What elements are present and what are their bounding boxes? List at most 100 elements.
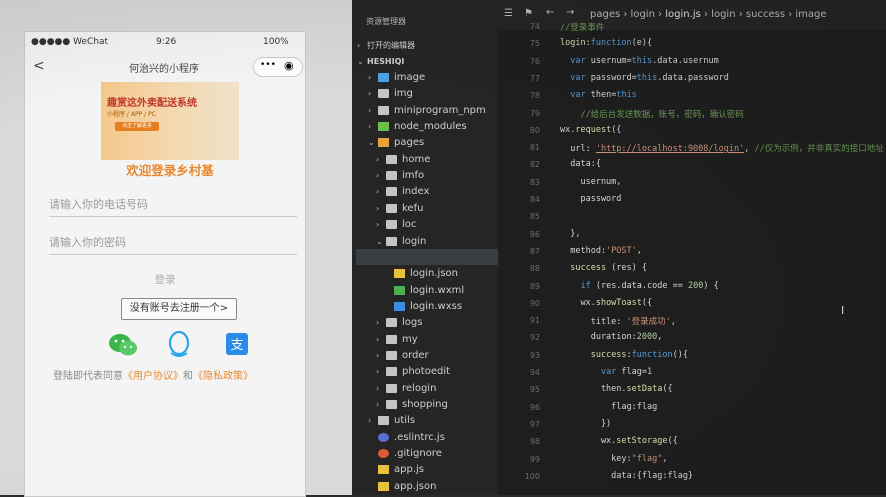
code-editor[interactable]: ☰ ⚑ ← → pages › login › login.js › login… xyxy=(498,0,886,495)
breadcrumb-separator: › xyxy=(620,9,631,20)
breadcrumb-item[interactable]: login xyxy=(711,9,735,20)
chevron-right-icon: › xyxy=(376,383,380,393)
chevron-right-icon: › xyxy=(368,73,372,82)
line-number: 78 xyxy=(529,91,540,101)
tree-item-node-modules[interactable]: › node_modules xyxy=(352,119,498,135)
code-line[interactable]: var usernum=this.data.usernum xyxy=(560,56,718,66)
more-icon[interactable]: ••• xyxy=(260,60,276,70)
code-line[interactable]: password xyxy=(560,194,621,204)
password-field[interactable]: 请输入你的密码 xyxy=(49,230,297,255)
close-icon[interactable]: ◉ xyxy=(284,59,294,72)
qq-icon[interactable] xyxy=(167,331,191,359)
folder-icon xyxy=(378,89,389,99)
tree-item-miniprogram-npm[interactable]: › miniprogram_npm xyxy=(352,103,498,119)
code-line[interactable]: var flag=1 xyxy=(560,367,652,377)
folder-icon xyxy=(386,350,397,360)
code-line[interactable]: title: '登录成功', xyxy=(560,315,676,327)
tree-item-order[interactable]: › order xyxy=(352,348,498,364)
wechat-icon[interactable] xyxy=(107,332,139,358)
password-placeholder: 请输入你的密码 xyxy=(49,236,126,249)
code-line[interactable]: method:'POST', xyxy=(560,246,642,256)
tree-item-app-js[interactable]: app.js xyxy=(352,462,498,478)
breadcrumb-item[interactable]: pages xyxy=(590,9,620,20)
tree-item-img[interactable]: › img xyxy=(352,86,498,102)
tree-item-imfo[interactable]: › imfo xyxy=(352,168,498,184)
tree-item-relogin[interactable]: › relogin xyxy=(352,381,498,397)
line-number: 74 xyxy=(529,22,540,31)
code-line[interactable]: then.setData({ xyxy=(560,384,673,394)
privacy-policy-link[interactable]: 《隐私政策》 xyxy=(193,371,253,382)
tree-item-kefu[interactable]: › kefu xyxy=(352,201,498,217)
tree-item-shopping[interactable]: › shopping xyxy=(352,397,498,413)
project-section[interactable]: ⌄ HESHIQI xyxy=(352,54,498,70)
code-line[interactable]: flag:flag xyxy=(560,402,657,412)
tree-item-login-wxss[interactable]: login.wxss xyxy=(352,299,498,315)
code-line[interactable]: var then=this xyxy=(560,90,637,100)
code-line[interactable]: }, xyxy=(560,229,580,239)
code-line[interactable]: usernum, xyxy=(560,177,621,187)
code-line[interactable]: data:{ xyxy=(560,159,601,169)
line-number: 91 xyxy=(529,316,540,326)
code-line[interactable]: }) xyxy=(560,419,611,429)
code-line[interactable]: wx.showToast({ xyxy=(560,298,652,308)
tree-item-home[interactable]: › home xyxy=(352,152,498,168)
tree-item-login-wxml[interactable]: login.wxml xyxy=(352,283,498,299)
line-number: 85 xyxy=(529,212,540,222)
breadcrumb-item[interactable]: image xyxy=(795,9,826,20)
breadcrumb-item[interactable]: success xyxy=(746,9,785,20)
breadcrumb-separator: › xyxy=(735,9,746,20)
line-number: 86 xyxy=(529,229,540,239)
tree-item-label: kefu xyxy=(402,202,424,214)
code-line[interactable]: success:function(){ xyxy=(560,350,688,360)
tree-item-photoedit[interactable]: › photoedit xyxy=(352,364,498,380)
tree-item-logs[interactable]: › logs xyxy=(352,315,498,331)
code-line[interactable]: wx.setStorage({ xyxy=(560,436,678,446)
phone-field[interactable]: 请输入你的电话号码 xyxy=(49,192,297,217)
tree-item-login[interactable]: ⌄ login xyxy=(352,234,498,250)
code-line[interactable]: if (res.data.code == 200) { xyxy=(560,281,718,291)
tree-item-app-json[interactable]: app.json xyxy=(352,479,498,495)
line-number: 98 xyxy=(529,437,540,447)
code-line[interactable]: //登录事件 xyxy=(560,21,604,33)
tree-item-my[interactable]: › my xyxy=(352,332,498,348)
tree-item-gitignore[interactable]: .gitignore xyxy=(352,446,498,462)
svg-text:支: 支 xyxy=(230,338,243,353)
chevron-right-icon: › xyxy=(376,350,380,360)
login-button[interactable]: 登录 xyxy=(145,270,185,288)
code-line[interactable]: key:"flag", xyxy=(560,454,667,464)
tree-item-loc[interactable]: › loc xyxy=(352,217,498,233)
agreement-and: 和 xyxy=(183,371,193,382)
folder-icon xyxy=(386,154,397,164)
tree-item-index[interactable]: › index xyxy=(352,184,498,200)
back-arrow-icon[interactable]: ← xyxy=(546,7,554,18)
tree-item-label: imfo xyxy=(402,170,425,182)
register-button[interactable]: 没有账号去注册一个> xyxy=(121,298,237,320)
phone-status-bar: ●●●●● WeChat 9:26 100% xyxy=(31,35,299,51)
chevron-right-icon: › xyxy=(357,41,361,50)
breadcrumb-item[interactable]: login xyxy=(631,9,655,20)
user-agreement-link[interactable]: 《用户协议》 xyxy=(123,371,183,382)
breadcrumb-item[interactable]: login.js xyxy=(665,9,701,20)
code-line[interactable]: wx.request({ xyxy=(560,125,621,135)
alipay-icon[interactable]: 支 xyxy=(225,332,249,356)
tree-item-utils[interactable]: › utils xyxy=(352,413,498,429)
back-icon[interactable]: < xyxy=(33,58,45,74)
code-line[interactable]: success (res) { xyxy=(560,263,647,273)
code-line[interactable]: url: 'http://localhost:9008/login', //仅为… xyxy=(560,142,884,154)
tree-item-pages[interactable]: ⌄ pages xyxy=(352,135,498,151)
list-icon[interactable]: ☰ xyxy=(504,8,513,19)
code-line[interactable]: duration:2000, xyxy=(560,332,663,342)
code-line[interactable]: login:function(e){ xyxy=(560,38,652,48)
tree-item-image[interactable]: › image xyxy=(352,70,498,86)
chevron-right-icon: › xyxy=(376,171,380,181)
text-cursor-icon: I xyxy=(841,304,845,317)
open-editors-section[interactable]: › 打开的编辑器 xyxy=(352,38,498,54)
code-line[interactable]: data:{flag:flag} xyxy=(560,471,693,481)
code-line[interactable]: var password=this.data.password xyxy=(560,73,729,83)
code-line[interactable]: //给后台发送数据，账号，密码，确认密码 xyxy=(560,108,743,120)
bookmark-icon[interactable]: ⚑ xyxy=(524,8,533,19)
tree-item-eslintrc-js[interactable]: .eslintrc.js xyxy=(352,430,498,446)
tree-item-login-json[interactable]: login.json xyxy=(352,266,498,282)
forward-arrow-icon[interactable]: → xyxy=(566,7,574,18)
line-number: 90 xyxy=(529,298,540,308)
